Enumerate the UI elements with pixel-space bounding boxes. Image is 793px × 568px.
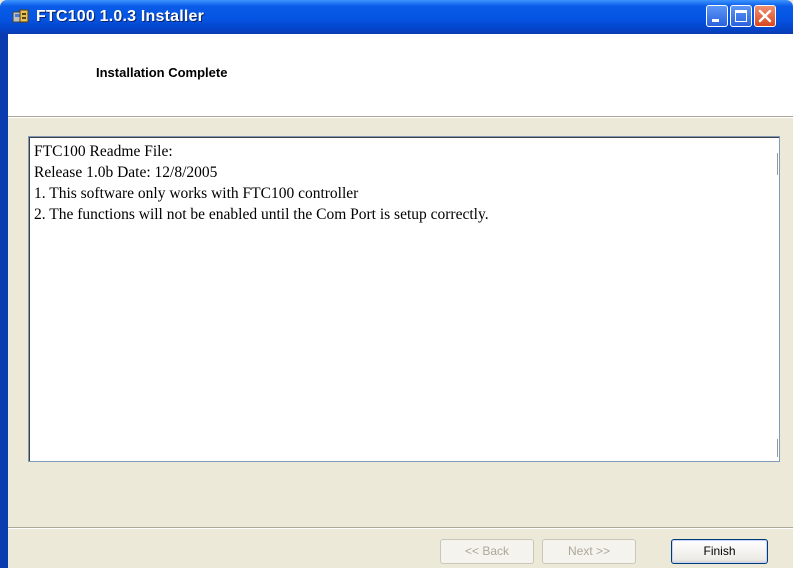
readme-line: 1. This software only works with FTC100 … — [34, 185, 359, 202]
readme-line: 2. The functions will not be enabled unt… — [34, 206, 489, 223]
footer-divider — [8, 527, 793, 529]
next-button[interactable]: Next >> — [542, 539, 636, 564]
close-button[interactable] — [754, 5, 776, 27]
minimize-button[interactable] — [706, 5, 728, 27]
readme-line: Release 1.0b Date: 12/8/2005 — [34, 164, 218, 181]
scrollbar-edge-bottom — [777, 439, 781, 457]
readme-content: FTC100 Readme File: Release 1.0b Date: 1… — [30, 141, 489, 225]
wizard-header: Installation Complete — [8, 34, 793, 116]
page-title: Installation Complete — [96, 65, 228, 80]
window-left-border — [0, 34, 8, 568]
readme-textbox[interactable]: FTC100 Readme File: Release 1.0b Date: 1… — [28, 136, 780, 462]
readme-line: FTC100 Readme File: — [34, 143, 173, 160]
scrollbar-edge-top — [777, 153, 781, 175]
back-button[interactable]: << Back — [440, 539, 534, 564]
installer-app-icon — [12, 9, 30, 25]
window-title: FTC100 1.0.3 Installer — [36, 8, 205, 25]
finish-button[interactable]: Finish — [671, 539, 768, 564]
header-divider — [8, 116, 793, 118]
installer-window: FTC100 1.0.3 Installer Installation Comp… — [0, 0, 793, 568]
maximize-button[interactable] — [730, 5, 752, 27]
title-bar[interactable]: FTC100 1.0.3 Installer — [0, 0, 793, 34]
